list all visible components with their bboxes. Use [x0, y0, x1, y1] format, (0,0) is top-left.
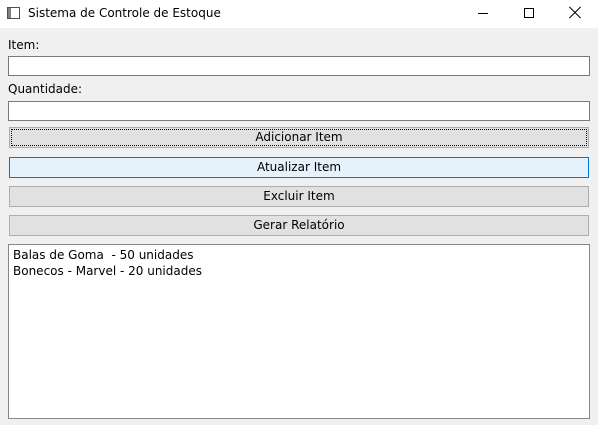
minimize-button[interactable] [460, 0, 506, 28]
maximize-icon [524, 8, 534, 18]
close-button[interactable] [552, 0, 598, 28]
generate-report-button[interactable]: Gerar Relatório [9, 215, 589, 236]
delete-item-button[interactable]: Excluir Item [9, 186, 589, 207]
list-item[interactable]: Balas de Goma - 50 unidades [13, 247, 193, 263]
close-icon [569, 7, 581, 19]
list-item[interactable]: Bonecos - Marvel - 20 unidades [13, 263, 202, 279]
app-window: Sistema de Controle de Estoque Item: Qua… [0, 0, 598, 425]
quantity-input[interactable] [8, 101, 590, 121]
update-item-button[interactable]: Atualizar Item [9, 157, 589, 178]
title-bar[interactable]: Sistema de Controle de Estoque [0, 0, 598, 28]
add-item-button[interactable]: Adicionar Item [9, 127, 589, 148]
item-input[interactable] [8, 56, 590, 76]
quantity-label: Quantidade: [8, 82, 83, 96]
item-label: Item: [8, 38, 40, 52]
stock-listbox[interactable]: Balas de Goma - 50 unidades Bonecos - Ma… [8, 244, 590, 419]
window-title: Sistema de Controle de Estoque [28, 6, 221, 20]
minimize-icon [478, 13, 488, 14]
app-window-icon[interactable] [7, 7, 20, 19]
maximize-button[interactable] [506, 0, 552, 28]
